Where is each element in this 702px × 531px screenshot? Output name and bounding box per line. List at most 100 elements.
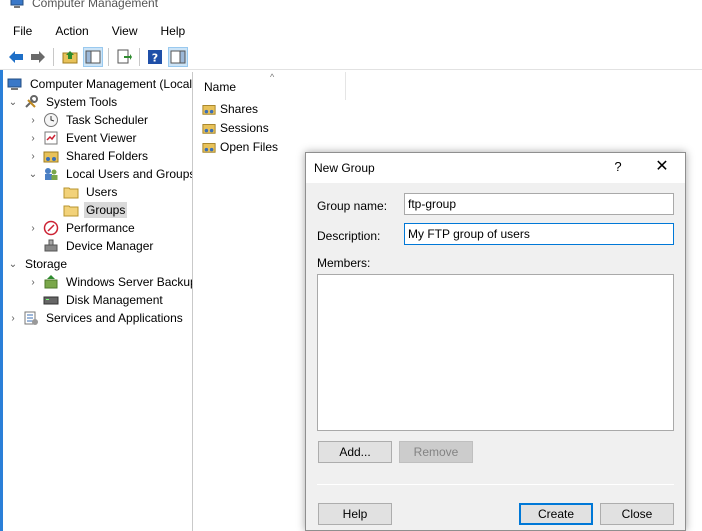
list-item[interactable]: Shares [202, 100, 258, 118]
list-item[interactable]: Open Files [202, 138, 278, 156]
tree-label: Users [86, 185, 118, 199]
tree-label: Services and Applications [46, 311, 183, 325]
tree-label: Windows Server Backup [66, 275, 193, 289]
tree-node-computer-management[interactable]: Computer Management (Local [7, 75, 193, 93]
window-title: Computer Management [32, 0, 159, 10]
tree-label: Disk Management [66, 293, 163, 307]
back-arrow-icon [9, 51, 23, 63]
shared-folder-icon [202, 105, 216, 115]
export-list-icon [117, 49, 132, 64]
close-button[interactable]: Close [600, 503, 674, 525]
tree-node-groups[interactable]: Groups [63, 201, 128, 219]
tree-label: Computer Management (Local [30, 77, 193, 91]
tree-node-device-manager[interactable]: Device Manager [43, 237, 155, 255]
performance-icon [43, 220, 59, 236]
console-tree: Computer Management (Local ⌄ System Tool… [3, 72, 193, 531]
forward-arrow-icon [31, 51, 45, 63]
tree-node-local-users-groups[interactable]: ⌄ Local Users and Groups [27, 165, 193, 183]
chevron-down-icon[interactable]: ⌄ [7, 258, 19, 270]
group-name-field[interactable]: ftp-group [404, 193, 674, 215]
dialog-title: New Group [314, 161, 375, 175]
close-icon[interactable]: ✕ [654, 158, 670, 176]
services-icon [24, 311, 38, 325]
export-list-button[interactable] [114, 47, 134, 67]
menu-bar: File Action View Help [0, 20, 702, 42]
menu-action[interactable]: Action [42, 20, 98, 42]
tree-node-services-applications[interactable]: › Services and Applications [7, 309, 185, 327]
disk-icon [43, 296, 59, 305]
computer-management-icon [7, 78, 22, 90]
tree-label: Storage [25, 257, 68, 271]
tools-icon [25, 95, 38, 108]
tree-label: Performance [66, 221, 135, 235]
description-label: Description: [317, 229, 381, 243]
tree-node-disk-management[interactable]: Disk Management [43, 291, 165, 309]
tree-node-storage[interactable]: ⌄ Storage [7, 255, 69, 273]
description-field[interactable]: My FTP group of users [404, 223, 674, 245]
chevron-right-icon[interactable]: › [27, 114, 39, 126]
forward-button[interactable] [28, 47, 48, 67]
shared-folder-icon [202, 124, 216, 134]
tree-label: System Tools [46, 95, 118, 109]
toolbar: ? [0, 44, 702, 70]
menu-file[interactable]: File [0, 20, 42, 42]
help-icon: ? [148, 50, 162, 65]
tree-label: Device Manager [66, 239, 154, 253]
members-list[interactable] [317, 274, 674, 431]
tree-node-performance[interactable]: › Performance [27, 219, 137, 237]
list-item-label: Sessions [220, 121, 269, 135]
remove-button[interactable]: Remove [399, 441, 473, 463]
add-button[interactable]: Add... [318, 441, 392, 463]
shared-folder-icon [202, 143, 216, 153]
tree-label: Groups [84, 202, 128, 218]
list-item-label: Shares [220, 102, 259, 116]
event-viewer-icon [44, 131, 58, 145]
create-button[interactable]: Create [519, 503, 593, 525]
new-group-dialog: New Group ? ✕ Group name: ftp-group Desc… [305, 152, 686, 531]
title-bar: Computer Management [0, 0, 702, 14]
help-button[interactable]: Help [318, 503, 392, 525]
tree-node-system-tools[interactable]: ⌄ System Tools [7, 93, 119, 111]
help-toolbar-button[interactable]: ? [145, 47, 165, 67]
column-header-name[interactable]: Name ^ [196, 72, 346, 100]
tree-node-windows-server-backup[interactable]: › Windows Server Backup [27, 273, 193, 291]
svg-text:?: ? [152, 52, 158, 65]
device-manager-icon [44, 239, 58, 252]
members-label: Members: [317, 256, 371, 270]
tree-node-task-scheduler[interactable]: › Task Scheduler [27, 111, 150, 129]
list-item[interactable]: Sessions [202, 119, 269, 137]
tree-node-users[interactable]: Users [63, 183, 119, 201]
sort-ascending-icon: ^ [270, 72, 275, 82]
tree-label: Local Users and Groups [66, 167, 193, 181]
folder-icon [63, 205, 79, 217]
tree-node-event-viewer[interactable]: › Event Viewer [27, 129, 138, 147]
up-folder-icon [62, 51, 78, 64]
menu-help[interactable]: Help [148, 20, 196, 42]
tree-node-shared-folders[interactable]: › Shared Folders [27, 147, 150, 165]
chevron-down-icon[interactable]: ⌄ [7, 96, 19, 108]
shared-folder-icon [43, 151, 59, 163]
help-icon[interactable]: ? [611, 159, 625, 175]
menu-view[interactable]: View [99, 20, 148, 42]
chevron-right-icon[interactable]: › [27, 132, 39, 144]
up-one-level-button[interactable] [60, 47, 80, 67]
chevron-right-icon[interactable]: › [7, 312, 19, 324]
properties-pane-icon [170, 50, 186, 64]
chevron-down-icon[interactable]: ⌄ [27, 168, 39, 180]
group-name-label: Group name: [317, 199, 388, 213]
show-hide-tree-icon [85, 50, 101, 64]
chevron-right-icon[interactable]: › [27, 276, 39, 288]
show-hide-action-pane-button[interactable] [168, 47, 188, 67]
tree-label: Task Scheduler [66, 113, 149, 127]
backup-icon [44, 275, 58, 289]
tree-label: Event Viewer [66, 131, 137, 145]
list-item-label: Open Files [220, 140, 279, 154]
show-hide-console-tree-button[interactable] [83, 47, 103, 67]
back-button[interactable] [6, 47, 26, 67]
computer-management-icon [10, 0, 24, 8]
chevron-right-icon[interactable]: › [27, 150, 39, 162]
users-group-icon [45, 168, 58, 180]
folder-icon [63, 187, 79, 199]
column-header-label: Name [204, 80, 237, 94]
chevron-right-icon[interactable]: › [27, 222, 39, 234]
